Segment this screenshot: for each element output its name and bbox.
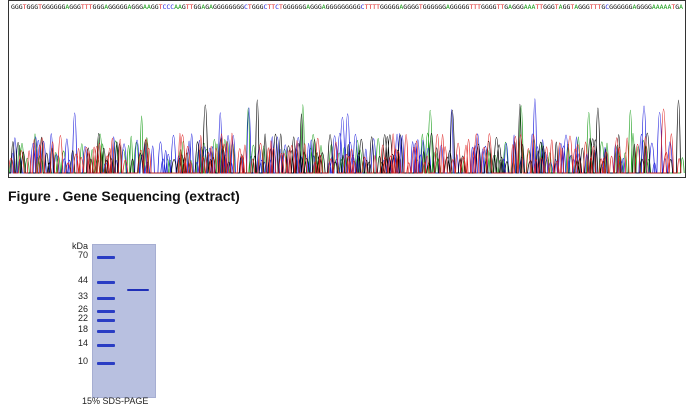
chromatogram-trace-plot: GGGTGGGTGGGGGGAGGGTTTGGGAGGGGGAGGGAAGGTC… <box>9 4 685 174</box>
trace-lines <box>9 98 685 174</box>
marker-band-22 <box>97 319 115 323</box>
marker-label-18: 18 <box>77 323 88 334</box>
marker-band-18 <box>97 329 115 333</box>
marker-band-70 <box>97 256 115 259</box>
sequence-text-row: GGGTGGGTGGGGGGAGGGTTTGGGAGGGGGAGGGAAGGTC… <box>11 4 683 11</box>
marker-label-10: 10 <box>77 356 88 366</box>
sequencing-chromatogram: GGGTGGGTGGGGGGAGGGTTTGGGAGGGGGAGGGAAGGTC… <box>8 0 686 178</box>
marker-label-22: 22 <box>77 313 88 324</box>
marker-band-33 <box>97 296 115 300</box>
sds-page-gel <box>92 244 156 398</box>
marker-band-10 <box>97 362 115 365</box>
marker-band-14 <box>97 343 115 347</box>
marker-band-26 <box>97 309 115 313</box>
gel-caption: 15% SDS-PAGE <box>82 396 149 406</box>
marker-label-33: 33 <box>77 290 88 301</box>
marker-band-44 <box>97 281 115 285</box>
marker-label-14: 14 <box>77 337 88 348</box>
trace-a <box>9 104 685 174</box>
sample-band <box>127 289 149 292</box>
marker-label-70: 70 <box>77 250 88 260</box>
marker-label-44: 44 <box>77 275 88 286</box>
figure-caption: Figure . Gene Sequencing (extract) <box>8 188 240 204</box>
sequence-text: GGGTGGGTGGGGGGAGGGTTTGGGAGGGGGAGGGAAGGTC… <box>11 4 683 11</box>
